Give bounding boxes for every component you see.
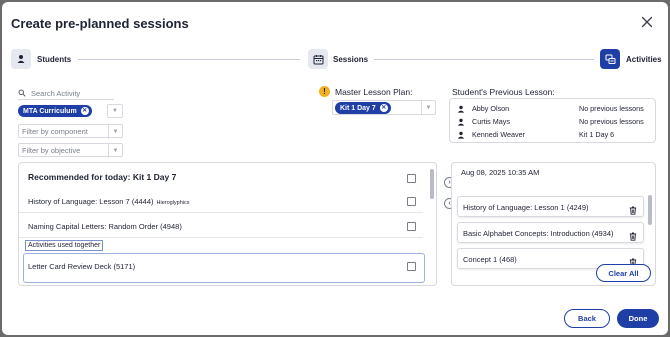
student-last-lesson: No previous lessons <box>579 117 644 126</box>
selected-activity-label: Basic Alphabet Concepts: Introduction (4… <box>463 229 614 238</box>
chevron-down-icon[interactable]: ▼ <box>421 101 435 114</box>
activity-label: Naming Capital Letters: Random Order (49… <box>28 222 182 231</box>
objective-filter-placeholder: Filter by objective <box>22 145 81 155</box>
student-name: Curtis Mays <box>472 117 510 126</box>
list-item[interactable]: History of Language: Lesson 1 (4249) <box>457 196 644 217</box>
list-item: Curtis Mays No previous lessons <box>457 117 653 128</box>
search-icon <box>18 89 26 97</box>
step-students[interactable]: Students <box>37 55 71 64</box>
activity-tag: Hieroglyphics <box>156 200 190 206</box>
previous-lesson-box: Abby Olson No previous lessons Curtis Ma… <box>449 98 656 143</box>
table-row[interactable]: History of Language: Lesson 7 (4444) Hier… <box>19 189 423 213</box>
curriculum-chip: MTA Curriculum ✕ <box>18 105 92 117</box>
component-filter[interactable]: Filter by component ▼ <box>18 124 123 139</box>
objective-filter[interactable]: Filter by objective ▼ <box>18 143 123 158</box>
done-button[interactable]: Done <box>617 309 659 328</box>
student-last-lesson: Kit 1 Day 6 <box>579 130 615 139</box>
scrollbar[interactable] <box>648 195 652 225</box>
stepper-line <box>78 59 300 60</box>
session-activities-panel: Aug 08, 2025 10:35 AM History of Languag… <box>451 162 656 286</box>
activity-checkbox[interactable] <box>407 222 416 231</box>
selected-activity-label: Concept 1 (468) <box>463 255 517 264</box>
person-icon <box>457 131 465 141</box>
lesson-plan-chip: Kit 1 Day 7 ✕ <box>335 102 391 114</box>
component-filter-placeholder: Filter by component <box>22 126 88 136</box>
recommended-activities-panel: Recommended for today: Kit 1 Day 7 Histo… <box>18 162 437 286</box>
calendar-icon <box>308 49 328 69</box>
list-item[interactable]: Basic Alphabet Concepts: Introduction (4… <box>457 222 644 243</box>
previous-lesson-title: Student's Previous Lesson: <box>452 87 555 97</box>
activities-icon <box>600 49 620 69</box>
person-icon <box>457 118 465 128</box>
master-lesson-plan-select[interactable]: Kit 1 Day 7 ✕ ▼ <box>332 100 436 115</box>
trash-icon[interactable] <box>629 228 637 246</box>
activity-checkbox[interactable] <box>407 262 416 271</box>
search-placeholder: Search Activity <box>31 88 81 98</box>
table-row[interactable]: Naming Capital Letters: Random Order (49… <box>19 214 423 238</box>
activities-used-together-label: Activities used together <box>25 240 104 251</box>
step-activities[interactable]: Activities <box>626 55 662 64</box>
search-input[interactable]: Search Activity <box>18 87 114 100</box>
lesson-plan-chip-label: Kit 1 Day 7 <box>340 104 376 112</box>
list-item: Kennedi Weaver Kit 1 Day 6 <box>457 130 653 141</box>
session-date: Aug 08, 2025 10:35 AM <box>461 168 540 177</box>
warning-icon: ! <box>319 86 330 97</box>
curriculum-chip-label: MTA Curriculum <box>23 107 77 115</box>
chevron-down-icon: ▼ <box>108 125 122 139</box>
back-button[interactable]: Back <box>564 309 610 328</box>
activity-label: History of Language: Lesson 7 (4444) <box>28 197 154 206</box>
chevron-down-icon[interactable]: ▼ <box>107 104 123 118</box>
stepper-line <box>374 59 594 60</box>
master-lesson-plan-label: Master Lesson Plan: <box>335 87 413 97</box>
activity-label: Letter Card Review Deck (5171) <box>28 262 136 271</box>
activity-checkbox[interactable] <box>407 197 416 206</box>
chip-remove-icon[interactable]: ✕ <box>80 107 89 115</box>
clear-all-button[interactable]: Clear All <box>596 264 651 282</box>
step-sessions[interactable]: Sessions <box>333 55 368 64</box>
student-name: Abby Olson <box>472 104 510 113</box>
list-item: Abby Olson No previous lessons <box>457 104 653 115</box>
chip-remove-icon[interactable]: ✕ <box>379 104 388 112</box>
student-name: Kennedi Weaver <box>472 130 526 139</box>
chevron-down-icon: ▼ <box>108 144 122 158</box>
student-last-lesson: No previous lessons <box>579 104 644 113</box>
create-sessions-dialog: Create pre-planned sessions Students Ses… <box>2 2 668 335</box>
person-icon <box>11 49 31 69</box>
trash-icon[interactable] <box>629 202 637 220</box>
dialog-title: Create pre-planned sessions <box>11 16 189 31</box>
used-together-group: Letter Card Review Deck (5171) <box>23 253 425 283</box>
scrollbar[interactable] <box>430 169 434 199</box>
select-all-checkbox[interactable] <box>407 174 416 183</box>
selected-activity-label: History of Language: Lesson 1 (4249) <box>463 203 589 212</box>
recommended-heading: Recommended for today: Kit 1 Day 7 <box>28 172 177 182</box>
curriculum-select[interactable]: MTA Curriculum ✕ ▼ <box>18 104 123 118</box>
person-icon <box>457 105 465 115</box>
close-icon[interactable] <box>641 16 655 30</box>
